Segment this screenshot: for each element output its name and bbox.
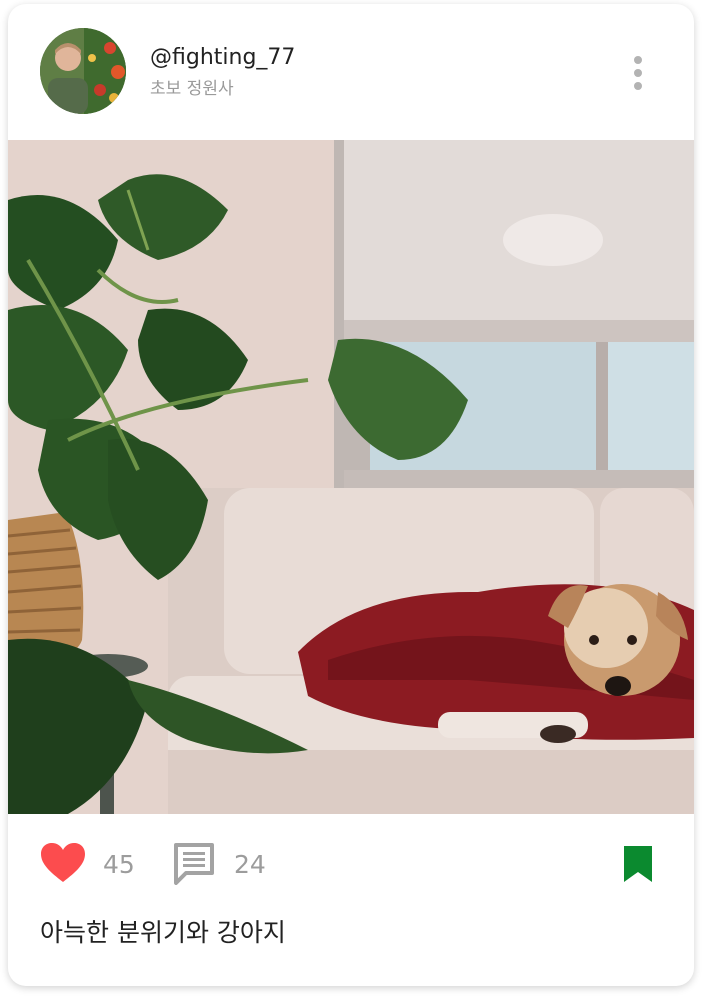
post-actions: 45 24 [8,814,694,914]
post-photo-image [8,140,694,814]
username[interactable]: @fighting_77 [150,44,295,72]
comment-button[interactable] [172,841,216,885]
avatar[interactable] [40,28,126,114]
like-count: 45 [103,850,135,879]
heart-icon [41,843,85,882]
comment-count: 24 [234,850,266,879]
more-vertical-icon-dot-3 [634,82,642,90]
more-vertical-icon-dot-2 [634,69,642,77]
like-button[interactable] [40,842,86,884]
more-vertical-icon-dot-1 [634,56,642,64]
post-caption: 아늑한 분위기와 강아지 [40,918,286,947]
post-card: @fighting_77 초보 정원사 45 24 아늑한 분위기와 강아지 [8,4,694,986]
more-options-button[interactable] [622,52,654,92]
avatar-photo [40,28,126,114]
bookmark-button[interactable] [622,844,654,884]
post-photo [8,140,694,814]
post-header: @fighting_77 초보 정원사 [8,4,694,140]
comment-icon [174,843,214,885]
user-subtitle: 초보 정원사 [150,79,234,99]
bookmark-icon [624,846,652,882]
